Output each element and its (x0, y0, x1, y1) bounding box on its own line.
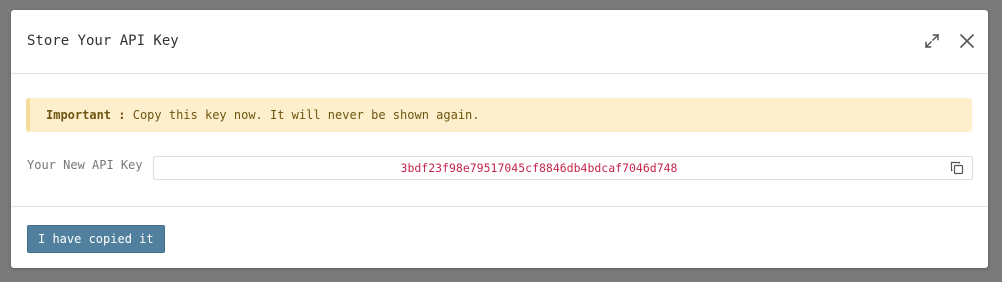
alert-strong-label: Important : (46, 108, 126, 122)
api-key-field[interactable]: 3bdf23f98e79517045cf8846db4bdcaf7046d748 (153, 156, 973, 180)
alert-text: Important : Copy this key now. It will n… (46, 108, 480, 122)
expand-icon[interactable] (923, 32, 941, 50)
confirm-copied-button[interactable]: I have copied it (27, 225, 165, 253)
modal-title: Store Your API Key (27, 33, 179, 49)
modal-body: Important : Copy this key now. It will n… (11, 74, 988, 206)
alert-message: Copy this key now. It will never be show… (132, 108, 480, 122)
api-key-modal: Store Your API Key Important : Copy this… (11, 10, 988, 268)
api-key-label: Your New API Key (27, 158, 143, 172)
copy-icon[interactable] (950, 161, 964, 175)
modal-footer: I have copied it (11, 206, 988, 269)
api-key-value[interactable]: 3bdf23f98e79517045cf8846db4bdcaf7046d748 (154, 157, 924, 179)
warning-alert: Important : Copy this key now. It will n… (26, 98, 972, 132)
modal-header: Store Your API Key (11, 10, 988, 74)
close-icon[interactable] (958, 32, 976, 50)
